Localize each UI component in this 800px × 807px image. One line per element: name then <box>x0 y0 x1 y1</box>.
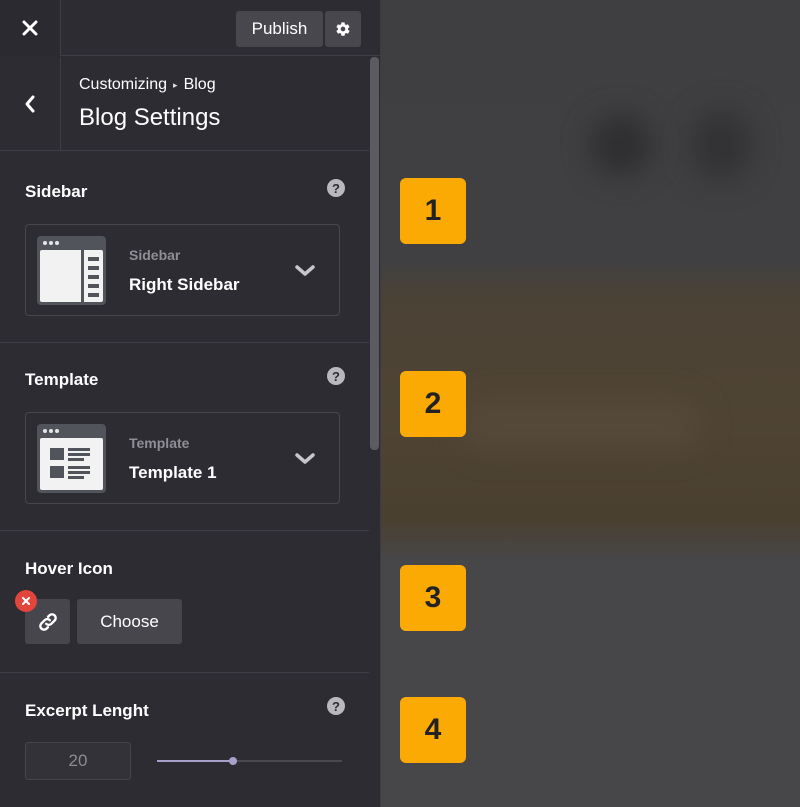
template-select-label: Template <box>129 435 190 451</box>
close-icon <box>22 597 30 605</box>
choose-icon-button[interactable]: Choose <box>77 599 182 644</box>
panel-header: Customizing ▸ Blog Blog Settings <box>0 57 369 151</box>
top-bar: Publish <box>0 0 380 56</box>
callout-badge-3: 3 <box>400 565 466 631</box>
remove-icon-button[interactable] <box>15 590 37 612</box>
link-icon <box>38 612 57 631</box>
page-title: Blog Settings <box>79 104 221 131</box>
breadcrumb-separator: ▸ <box>173 79 178 90</box>
sidebar-section: Sidebar ? Sidebar Right Sidebar <box>0 151 369 343</box>
help-icon[interactable]: ? <box>327 367 345 385</box>
preview-blur-3 <box>461 400 701 450</box>
breadcrumb-current: Blog <box>183 76 216 93</box>
slider-thumb[interactable] <box>228 757 237 765</box>
scrollbar-thumb[interactable] <box>370 57 379 450</box>
breadcrumb: Customizing ▸ Blog <box>79 76 216 94</box>
breadcrumb-root: Customizing <box>79 76 168 93</box>
close-icon <box>22 20 38 36</box>
template-select[interactable]: Template Template 1 <box>25 412 340 504</box>
close-button[interactable] <box>0 0 61 56</box>
publish-button[interactable]: Publish <box>236 11 323 47</box>
customizer-panel: Publish Customizing ▸ Blog Blog Settings… <box>0 0 381 807</box>
excerpt-length-input[interactable]: 20 <box>25 742 131 780</box>
hover-icon-section: Hover Icon Choose <box>0 531 369 673</box>
hover-icon-section-title: Hover Icon <box>25 559 113 578</box>
sidebar-select-value: Right Sidebar <box>129 275 240 294</box>
sidebar-section-title: Sidebar <box>25 182 88 201</box>
chevron-left-icon <box>25 95 35 113</box>
panel-scrollbar[interactable] <box>369 57 380 807</box>
sidebar-select[interactable]: Sidebar Right Sidebar <box>25 224 340 316</box>
slider-fill <box>157 760 233 762</box>
template-layout-icon <box>37 424 106 493</box>
right-sidebar-layout-icon <box>37 236 106 305</box>
chevron-down-icon <box>295 453 315 464</box>
callout-badge-1: 1 <box>400 178 466 244</box>
template-select-value: Template 1 <box>129 463 217 482</box>
sidebar-select-label: Sidebar <box>129 247 181 263</box>
help-icon[interactable]: ? <box>327 179 345 197</box>
site-preview: 1 2 3 4 <box>381 0 800 807</box>
settings-button[interactable] <box>325 11 361 47</box>
template-section: Template ? Template Template 1 <box>0 343 369 531</box>
preview-blur-2 <box>691 110 751 180</box>
back-button[interactable] <box>0 57 61 151</box>
excerpt-length-slider[interactable] <box>157 757 342 765</box>
callout-badge-2: 2 <box>400 371 466 437</box>
help-icon[interactable]: ? <box>327 697 345 715</box>
preview-blur-1 <box>591 115 651 175</box>
excerpt-section-title: Excerpt Lenght <box>25 701 149 720</box>
callout-badge-4: 4 <box>400 697 466 763</box>
gear-icon <box>336 22 350 36</box>
excerpt-section: Excerpt Lenght ? 20 <box>0 673 369 807</box>
chevron-down-icon <box>295 265 315 276</box>
template-section-title: Template <box>25 370 99 389</box>
